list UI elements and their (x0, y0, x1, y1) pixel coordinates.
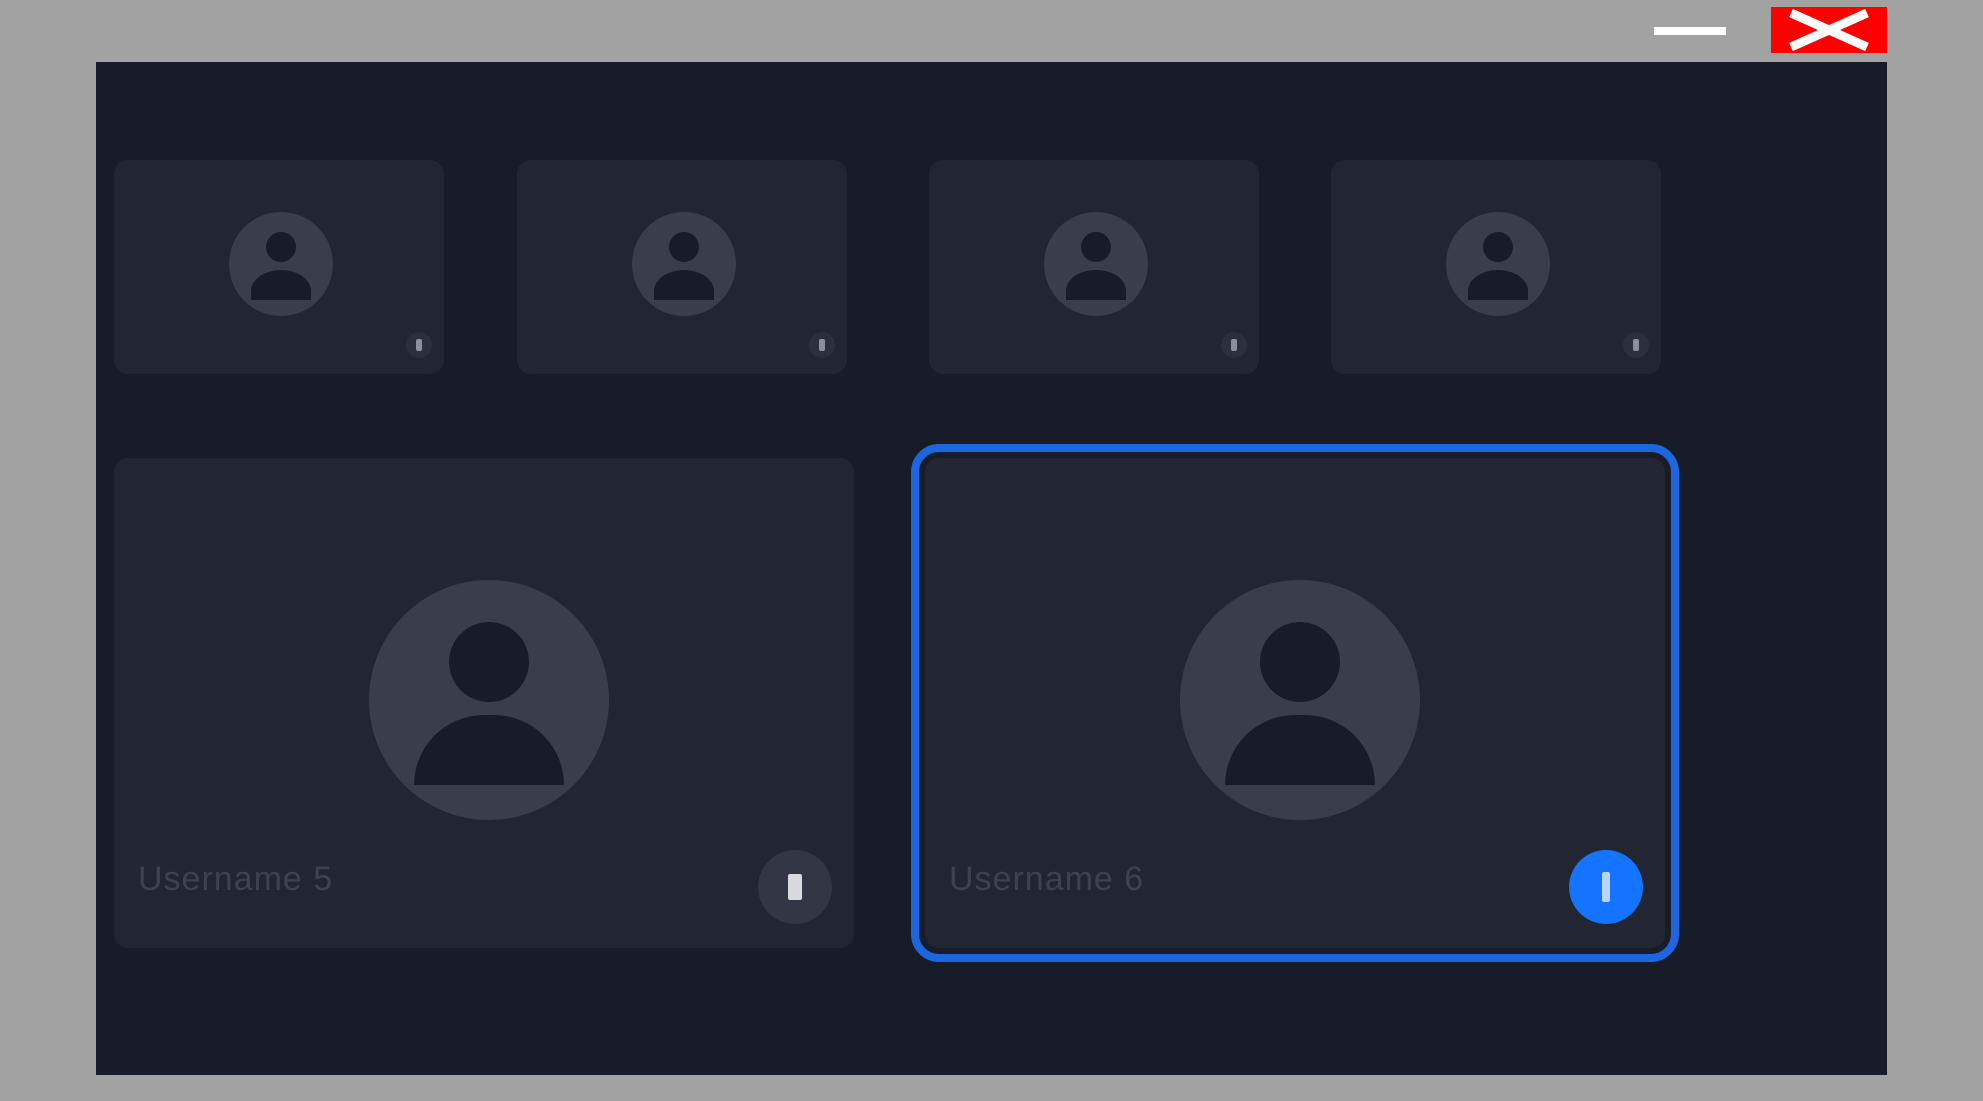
close-icon (1789, 8, 1869, 52)
avatar-icon (1180, 580, 1420, 820)
microphone-active-icon[interactable] (1569, 850, 1643, 924)
avatar-icon (1044, 212, 1148, 316)
avatar-icon (1446, 212, 1550, 316)
video-call-window: Username 5 Username 6 (96, 62, 1887, 1075)
microphone-icon[interactable] (758, 850, 832, 924)
participant-tile[interactable] (517, 160, 847, 374)
minimize-button[interactable] (1654, 27, 1726, 35)
avatar-icon (369, 580, 609, 820)
participant-tile[interactable] (114, 160, 444, 374)
participant-name: Username 5 (138, 860, 334, 898)
participant-tile[interactable] (1331, 160, 1661, 374)
participant-name: Username 6 (949, 860, 1145, 898)
avatar-icon (632, 212, 736, 316)
window-controls (0, 0, 1983, 62)
microphone-off-icon[interactable] (809, 332, 835, 358)
avatar-icon (229, 212, 333, 316)
microphone-icon[interactable] (1221, 332, 1247, 358)
microphone-icon[interactable] (406, 332, 432, 358)
microphone-icon[interactable] (1623, 332, 1649, 358)
participant-tile-large[interactable]: Username 5 (114, 458, 854, 948)
participant-tile[interactable] (929, 160, 1259, 374)
active-speaker-tile[interactable]: Username 6 (911, 444, 1679, 962)
close-button[interactable] (1771, 7, 1887, 53)
